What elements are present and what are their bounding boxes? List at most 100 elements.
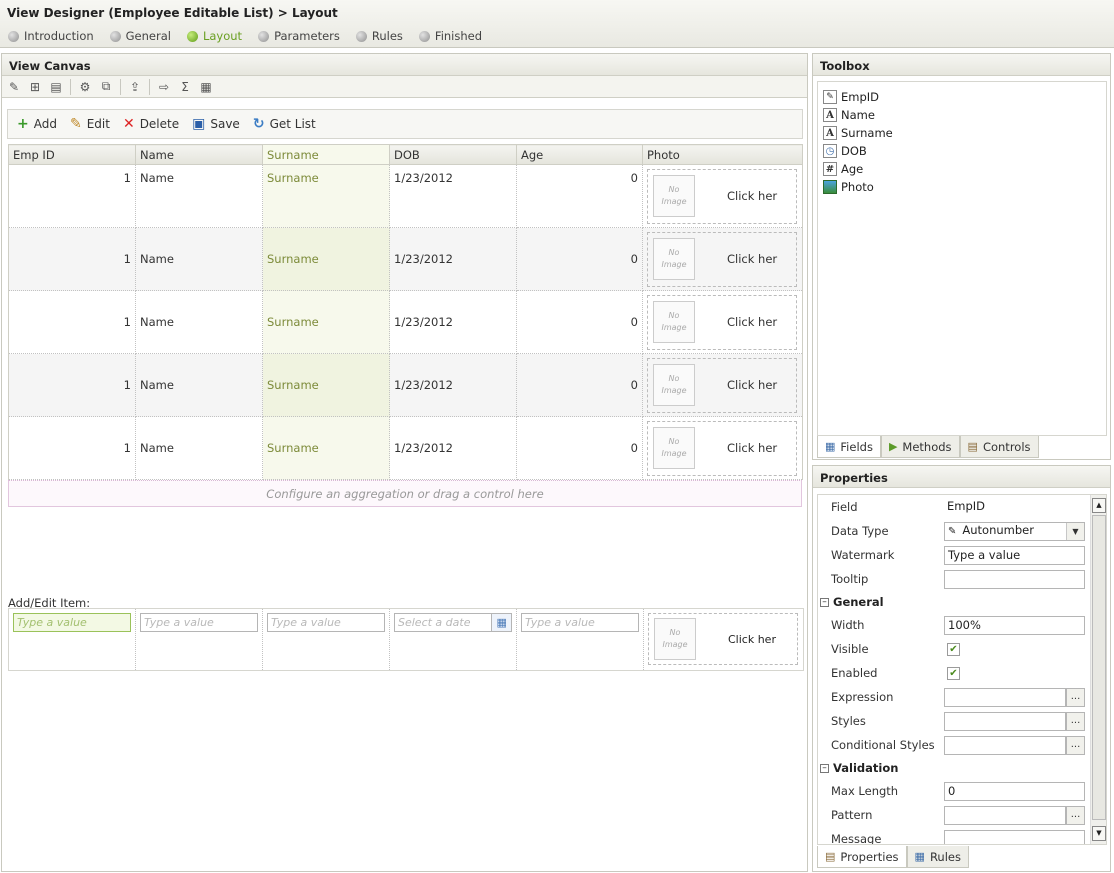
column-header-surname[interactable]: Surname: [262, 144, 390, 165]
pattern-ellipsis-button[interactable]: ...: [1066, 805, 1085, 825]
step-finished[interactable]: Finished: [418, 29, 482, 43]
table-row[interactable]: 1 Name Surname 1/23/2012 0 No Image Click …: [8, 227, 803, 291]
edit-icon: ✎: [69, 116, 82, 132]
click-here-link[interactable]: Click her: [727, 441, 777, 455]
step-layout[interactable]: Layout: [186, 29, 242, 43]
photo-picker[interactable]: No Image Click her: [647, 294, 797, 350]
export-icon[interactable]: ⇪: [127, 79, 143, 95]
emp-id-input[interactable]: Type a value: [13, 613, 131, 632]
list-toolbar: + Add ✎ Edit ✕ Delete ▣ Save ↻ Get List: [7, 109, 803, 139]
get-list-button-label: Get List: [269, 117, 316, 131]
calendar-icon[interactable]: ▦: [492, 613, 512, 632]
edit-grid-icon[interactable]: ▤: [48, 79, 64, 95]
cell-dob: 1/23/2012: [389, 227, 517, 291]
table-row[interactable]: 1 Name Surname 1/23/2012 0 No Image Click …: [8, 416, 803, 480]
step-parameters[interactable]: Parameters: [258, 29, 340, 43]
scroll-up-icon[interactable]: ▲: [1092, 498, 1106, 513]
toolbox-field-photo[interactable]: Photo: [818, 178, 1106, 196]
age-input[interactable]: Type a value: [521, 613, 639, 632]
step-general[interactable]: General: [109, 29, 171, 43]
properties-scrollbar[interactable]: ▲ ▼: [1090, 495, 1106, 844]
save-button[interactable]: ▣ Save: [192, 116, 240, 132]
column-header-emp-id[interactable]: Emp ID: [8, 144, 136, 165]
add-edit-cell-age: Type a value: [517, 609, 644, 670]
aggregation-drop-zone[interactable]: Configure an aggregation or drag a contr…: [8, 480, 802, 507]
notepad-icon[interactable]: ▦: [198, 79, 214, 95]
delete-button[interactable]: ✕ Delete: [123, 116, 179, 132]
toolbox-field-name[interactable]: A Name: [818, 106, 1106, 124]
click-here-link[interactable]: Click her: [727, 315, 777, 329]
edit-button[interactable]: ✎ Edit: [70, 116, 110, 132]
column-header-dob[interactable]: DOB: [389, 144, 517, 165]
tab-fields[interactable]: ▦ Fields: [817, 436, 881, 458]
max-length-input[interactable]: 0: [944, 781, 1085, 801]
message-input[interactable]: [944, 829, 1085, 844]
section-validation[interactable]: – Validation: [818, 757, 1106, 779]
cell-emp-id: 1: [8, 164, 136, 228]
import-icon[interactable]: ⇨: [156, 79, 172, 95]
photo-picker[interactable]: No Image Click her: [647, 420, 797, 476]
conditional-styles-input[interactable]: [944, 735, 1066, 755]
cell-name: Name: [135, 227, 263, 291]
binoculars-icon[interactable]: ⧉: [98, 79, 114, 95]
prop-row-pattern: Pattern...: [818, 803, 1106, 827]
column-header-photo[interactable]: Photo: [642, 144, 803, 165]
table-row[interactable]: 1 Name Surname 1/23/2012 0 No Image Click …: [8, 164, 803, 228]
prop-row-conditional-styles: Conditional Styles...: [818, 733, 1106, 757]
add-grid-icon[interactable]: ⊞: [27, 79, 43, 95]
toolbox-field-surname[interactable]: A Surname: [818, 124, 1106, 142]
photo-picker[interactable]: No Image Click her: [648, 613, 798, 665]
tab-methods[interactable]: ▶ Methods: [880, 436, 960, 458]
pattern-input[interactable]: [944, 805, 1066, 825]
no-image-line1: No: [669, 628, 681, 637]
width-input[interactable]: 100%: [944, 615, 1085, 635]
visible-checkbox[interactable]: ✔: [947, 642, 960, 656]
column-header-age[interactable]: Age: [516, 144, 643, 165]
collapse-icon: –: [820, 597, 829, 607]
scroll-thumb[interactable]: [1092, 515, 1106, 820]
surname-input[interactable]: Type a value: [267, 613, 385, 632]
expression-input[interactable]: [944, 687, 1066, 707]
tab-properties[interactable]: ▤ Properties: [817, 846, 907, 868]
click-here-link[interactable]: Click her: [727, 378, 777, 392]
tab-controls[interactable]: ▤ Controls: [959, 436, 1039, 458]
tab-label: Rules: [929, 849, 961, 864]
toolbox-field-age[interactable]: # Age: [818, 160, 1106, 178]
enabled-checkbox[interactable]: ✔: [947, 666, 960, 680]
settings-icon[interactable]: ⚙: [77, 79, 93, 95]
step-introduction[interactable]: Introduction: [8, 29, 94, 43]
click-here-link[interactable]: Click her: [727, 252, 777, 266]
watermark-input[interactable]: Type a value: [944, 545, 1085, 565]
photo-picker[interactable]: No Image Click her: [647, 357, 797, 413]
styles-ellipsis-button[interactable]: ...: [1066, 711, 1085, 731]
field-value: EmpID: [944, 497, 1085, 517]
click-here-link[interactable]: Click her: [727, 189, 777, 203]
photo-picker[interactable]: No Image Click her: [647, 168, 797, 224]
dob-input[interactable]: Select a date: [394, 613, 493, 632]
prop-label: Styles: [831, 714, 866, 728]
sigma-icon[interactable]: Σ: [177, 79, 193, 95]
expression-ellipsis-button[interactable]: ...: [1066, 687, 1085, 707]
name-input[interactable]: Type a value: [140, 613, 258, 632]
toolbox-field-dob[interactable]: ◷ DOB: [818, 142, 1106, 160]
table-row[interactable]: 1 Name Surname 1/23/2012 0 No Image Click …: [8, 353, 803, 417]
table-row[interactable]: 1 Name Surname 1/23/2012 0 No Image Click …: [8, 290, 803, 354]
click-here-link[interactable]: Click her: [728, 633, 776, 646]
prop-label: Expression: [831, 690, 894, 704]
photo-picker[interactable]: No Image Click her: [647, 231, 797, 287]
styles-input[interactable]: [944, 711, 1066, 731]
get-list-button[interactable]: ↻ Get List: [253, 116, 316, 132]
wand-icon[interactable]: ✎: [6, 79, 22, 95]
add-button[interactable]: + Add: [17, 116, 57, 132]
tab-rules[interactable]: ▦ Rules: [906, 846, 969, 868]
scroll-down-icon[interactable]: ▼: [1092, 826, 1106, 841]
toolbox-field-empid[interactable]: ✎ EmpID: [818, 88, 1106, 106]
cell-photo: No Image Click her: [642, 416, 803, 480]
field-label: Photo: [841, 180, 874, 194]
conditional-styles-ellipsis-button[interactable]: ...: [1066, 735, 1085, 755]
step-rules[interactable]: Rules: [355, 29, 403, 43]
section-general[interactable]: – General: [818, 591, 1106, 613]
column-header-name[interactable]: Name: [135, 144, 263, 165]
data-type-select[interactable]: ✎ Autonumber ▼: [944, 521, 1085, 541]
tooltip-input[interactable]: [944, 569, 1085, 589]
